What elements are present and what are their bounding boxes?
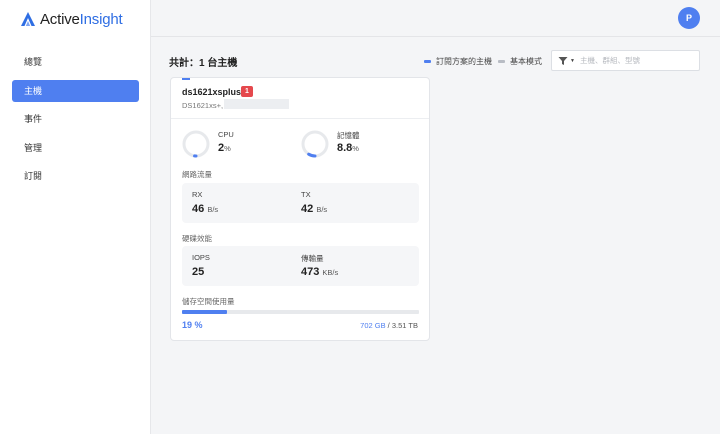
memory-value-line: 8.8% bbox=[337, 142, 359, 154]
network-section-title: 網路流量 bbox=[182, 170, 212, 179]
sidebar: ActiveInsight 總覽 主機 事件 管理 訂閱 bbox=[0, 0, 151, 434]
cpu-unit: % bbox=[224, 144, 231, 153]
main-content: P 共計：1 台主機 訂閱方案的主機 基本模式 ▼ ds1621xsplus 1… bbox=[151, 0, 720, 434]
brand-name-part2: Insight bbox=[79, 10, 123, 28]
throughput-value: 473 bbox=[301, 266, 320, 278]
storage-usage-percent: 19 % bbox=[182, 320, 203, 330]
host-card[interactable]: ds1621xsplus 1 DS1621xs+, CPU 2% 記憶體 8.8… bbox=[170, 77, 430, 341]
tx-unit: B/s bbox=[316, 205, 328, 214]
tx-value-line: 42 B/s bbox=[301, 203, 327, 215]
rx-unit: B/s bbox=[207, 205, 219, 214]
storage-total: 3.51 TB bbox=[391, 321, 418, 330]
tx-value: 42 bbox=[301, 203, 314, 215]
disk-section-title: 硬碟效能 bbox=[182, 234, 212, 243]
storage-usage-amount: 702 GB / 3.51 TB bbox=[360, 321, 418, 330]
rx-value-line: 46 B/s bbox=[192, 203, 218, 215]
cpu-value-line: 2% bbox=[218, 142, 231, 154]
network-panel: RX 46 B/s TX 42 B/s bbox=[182, 183, 419, 223]
cpu-label: CPU bbox=[218, 130, 234, 139]
sidebar-item-events[interactable]: 事件 bbox=[12, 108, 139, 130]
tx-label: TX bbox=[301, 190, 311, 199]
memory-label: 記憶體 bbox=[337, 131, 360, 140]
host-model: DS1621xs+, bbox=[182, 101, 224, 110]
storage-section-title: 儲存空間使用量 bbox=[182, 297, 235, 306]
host-name[interactable]: ds1621xsplus bbox=[182, 87, 241, 97]
sidebar-item-hosts[interactable]: 主機 bbox=[12, 79, 139, 102]
iops-value: 25 bbox=[192, 266, 205, 278]
redacted-serial bbox=[224, 99, 289, 109]
throughput-value-line: 473 KB/s bbox=[301, 266, 338, 278]
cpu-gauge bbox=[182, 130, 210, 158]
legend-subscribed-label: 訂閱方案的主機 bbox=[436, 57, 492, 66]
caret-down-icon: ▼ bbox=[570, 57, 575, 64]
sidebar-item-management[interactable]: 管理 bbox=[12, 137, 139, 159]
sidebar-item-overview[interactable]: 總覽 bbox=[12, 51, 139, 73]
sidebar-nav: 總覽 主機 事件 管理 訂閱 bbox=[12, 51, 139, 194]
host-total-count: 共計：1 台主機 bbox=[169, 58, 238, 69]
brand-name: ActiveInsight bbox=[40, 10, 123, 28]
app-logo[interactable]: ActiveInsight bbox=[20, 10, 123, 28]
memory-value: 8.8 bbox=[337, 142, 353, 154]
user-avatar[interactable]: P bbox=[678, 7, 700, 29]
iops-label: IOPS bbox=[192, 253, 210, 262]
legend-basic-swatch bbox=[498, 60, 505, 63]
legend-basic: 基本模式 bbox=[498, 56, 542, 67]
throughput-label: 傳輸量 bbox=[301, 254, 324, 263]
search-input[interactable] bbox=[580, 56, 692, 65]
filter-search-box: ▼ bbox=[551, 50, 700, 71]
legend-subscribed: 訂閱方案的主機 bbox=[424, 56, 492, 67]
storage-used: 702 GB bbox=[360, 321, 386, 330]
subscription-indicator bbox=[182, 78, 190, 80]
brand-name-part1: Active bbox=[40, 10, 80, 28]
storage-usage-bar bbox=[182, 310, 419, 314]
sidebar-item-subscription[interactable]: 訂閱 bbox=[12, 165, 139, 187]
alert-badge[interactable]: 1 bbox=[241, 86, 253, 97]
filter-button[interactable]: ▼ bbox=[552, 51, 580, 70]
disk-panel: IOPS 25 傳輸量 473 KB/s bbox=[182, 246, 419, 286]
memory-gauge bbox=[301, 130, 329, 158]
storage-usage-fill bbox=[182, 310, 228, 314]
logo-icon bbox=[21, 12, 35, 26]
card-divider bbox=[171, 118, 429, 119]
rx-value: 46 bbox=[192, 203, 205, 215]
legend-subscribed-swatch bbox=[424, 60, 431, 63]
throughput-unit: KB/s bbox=[322, 268, 339, 277]
rx-label: RX bbox=[192, 190, 203, 199]
memory-unit: % bbox=[352, 144, 359, 153]
legend-basic-label: 基本模式 bbox=[510, 57, 542, 66]
top-bar: P bbox=[151, 0, 720, 37]
filter-icon bbox=[558, 56, 568, 65]
